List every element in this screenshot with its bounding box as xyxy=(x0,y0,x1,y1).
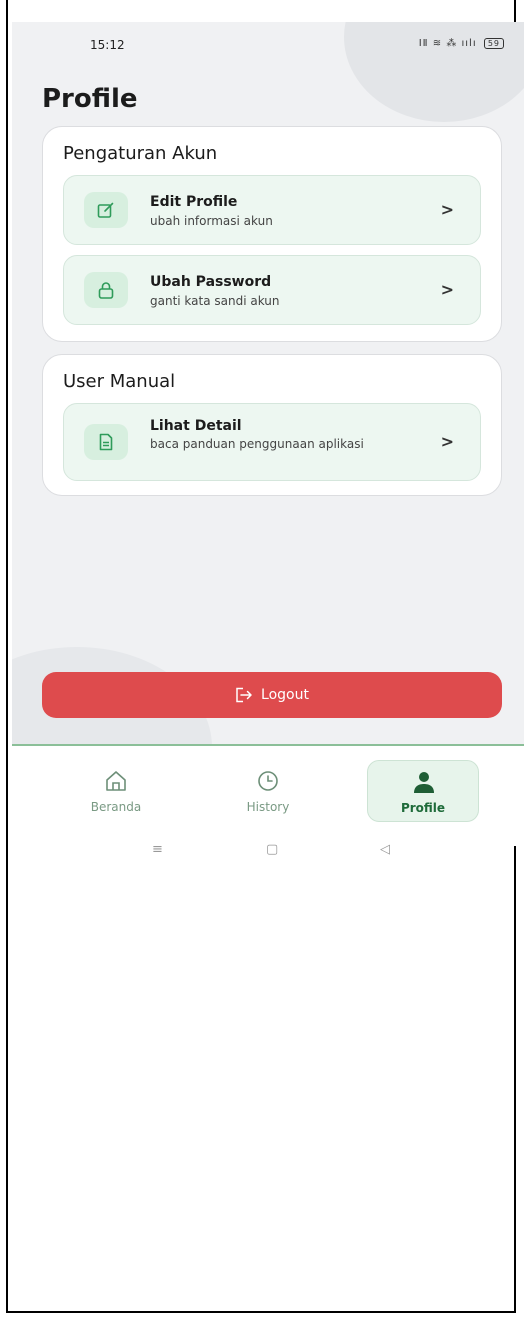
battery-icon: 59 xyxy=(483,38,504,49)
menu-item-edit-profile[interactable]: Edit Profile ubah informasi akun > xyxy=(63,175,481,245)
menu-item-title: Ubah Password xyxy=(150,274,272,290)
nav-label: Profile xyxy=(400,801,446,815)
menu-item-subtitle: baca panduan penggunaan aplikasi xyxy=(150,437,364,451)
back-icon[interactable]: ◁ xyxy=(380,842,390,857)
edit-icon xyxy=(84,192,128,228)
menu-item-subtitle: ubah informasi akun xyxy=(150,214,273,228)
lock-icon xyxy=(84,272,128,308)
menu-item-title: Edit Profile xyxy=(150,194,238,210)
status-bar: 15:12 ⅠⅡ ≋ ⁂ ıılı 59 xyxy=(12,22,524,66)
section-card-account-settings: Pengaturan Akun Edit Profile ubah inform… xyxy=(42,126,502,342)
nav-item-profile[interactable]: Profile xyxy=(367,760,479,822)
home-button-icon[interactable]: ▢ xyxy=(266,842,278,857)
logout-button[interactable]: Logout xyxy=(42,672,502,718)
person-icon xyxy=(414,772,434,793)
chevron-right-icon: > xyxy=(440,432,454,451)
signal-icons: ⅠⅡ ≋ ⁂ ıılı xyxy=(418,38,477,49)
menu-item-title: Lihat Detail xyxy=(150,418,242,434)
menu-item-change-password[interactable]: Ubah Password ganti kata sandi akun > xyxy=(63,255,481,325)
menu-icon[interactable]: ≡ xyxy=(152,842,163,857)
nav-label: History xyxy=(246,800,290,814)
app-screen: 15:12 ⅠⅡ ≋ ⁂ ıılı 59 Profile Pengaturan … xyxy=(12,22,524,782)
home-icon xyxy=(106,771,126,791)
section-card-user-manual: User Manual Lihat Detail baca panduan pe… xyxy=(42,354,502,496)
status-icons: ⅠⅡ ≋ ⁂ ıılı 59 xyxy=(419,38,504,49)
document-icon xyxy=(84,424,128,460)
status-time: 15:12 xyxy=(90,38,125,52)
section-title: Pengaturan Akun xyxy=(63,143,218,164)
nav-item-history[interactable]: History xyxy=(212,760,324,822)
chevron-right-icon: > xyxy=(440,280,454,299)
system-navigation-bar: ≡ ▢ ◁ xyxy=(12,842,524,866)
nav-label: Beranda xyxy=(90,800,142,814)
menu-item-subtitle: ganti kata sandi akun xyxy=(150,294,280,308)
section-title: User Manual xyxy=(63,371,176,392)
menu-item-view-detail[interactable]: Lihat Detail baca panduan penggunaan apl… xyxy=(63,403,481,481)
nav-item-beranda[interactable]: Beranda xyxy=(60,760,172,822)
page-title: Profile xyxy=(42,84,138,114)
chevron-right-icon: > xyxy=(440,200,454,219)
logout-icon xyxy=(236,687,252,703)
clock-icon xyxy=(258,771,278,791)
logout-label: Logout xyxy=(261,687,309,703)
bottom-navigation: Beranda History Profile xyxy=(12,746,524,846)
